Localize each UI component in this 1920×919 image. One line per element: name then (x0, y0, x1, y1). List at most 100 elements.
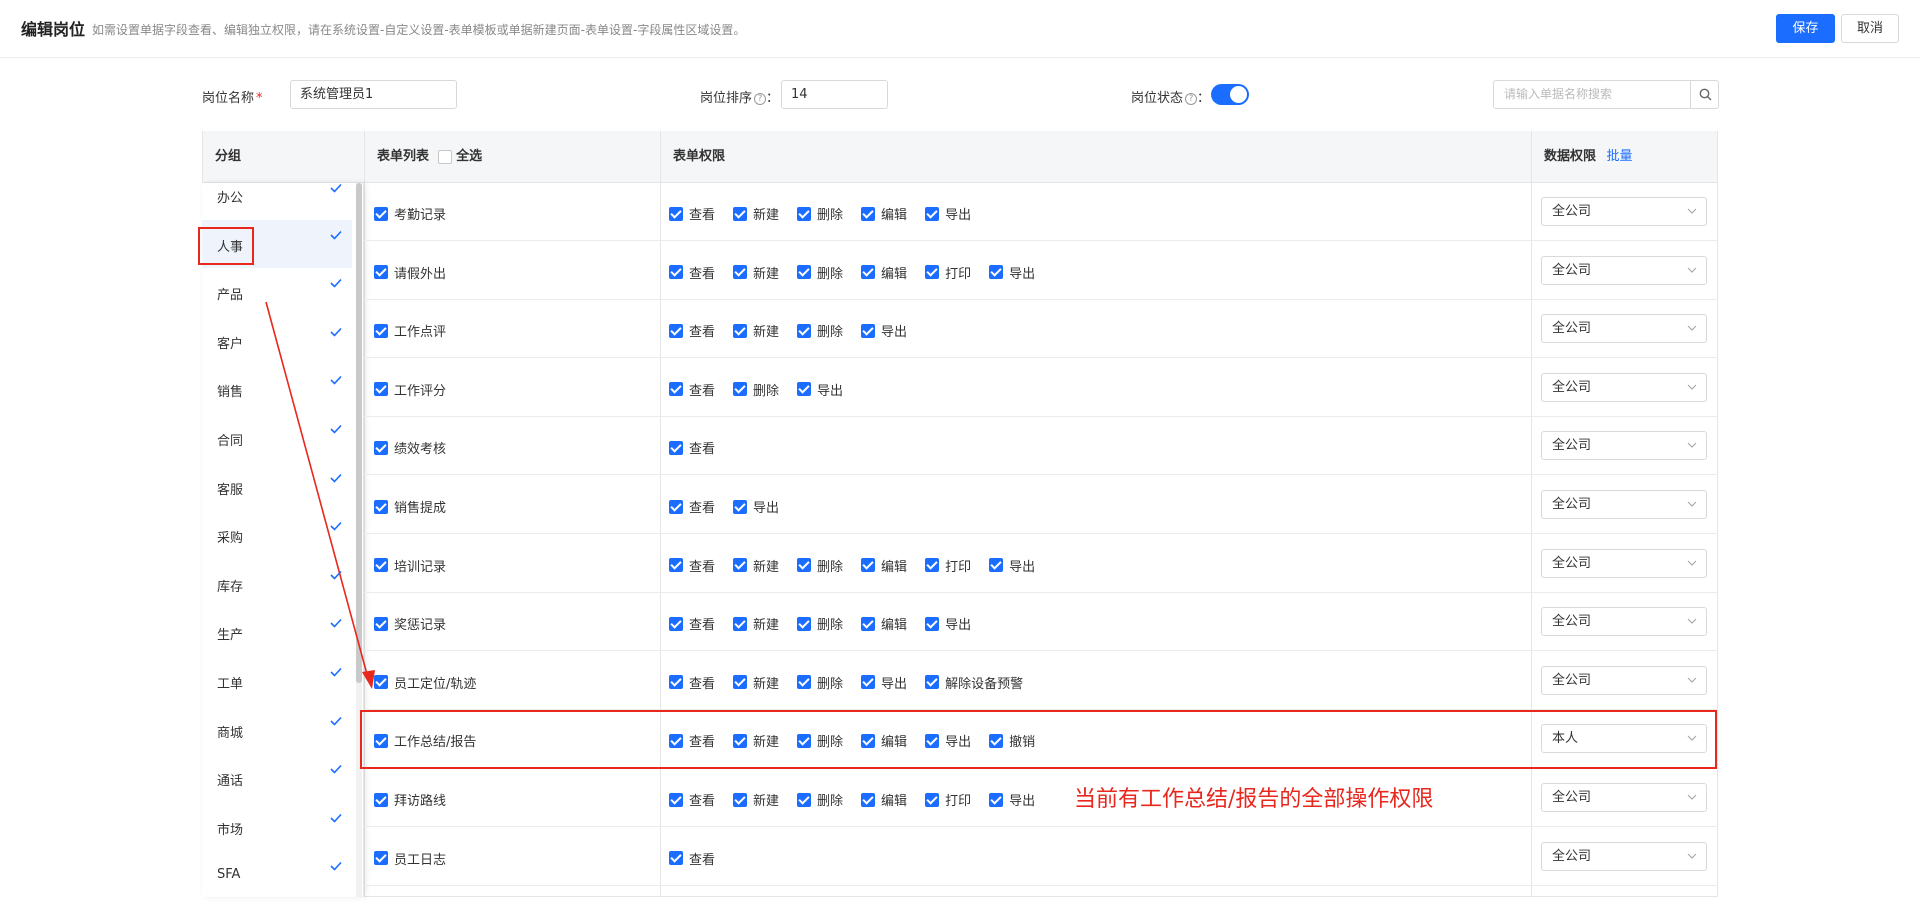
perm-option[interactable]: 新建 (733, 321, 779, 340)
form-checkbox[interactable] (374, 616, 388, 631)
data-scope-select[interactable]: 全公司 (1541, 197, 1707, 226)
perm-checkbox[interactable] (797, 382, 812, 397)
perm-checkbox[interactable] (861, 675, 876, 690)
perm-option[interactable]: 查看 (669, 204, 715, 223)
perm-option[interactable]: 导出 (733, 497, 779, 516)
perm-checkbox[interactable] (797, 792, 812, 807)
perm-option[interactable]: 解除设备预警 (925, 673, 1023, 692)
perm-option[interactable]: 查看 (669, 263, 715, 282)
form-search-input[interactable]: 请输入单据名称搜索 (1493, 80, 1691, 109)
group-item[interactable]: 工单 (202, 657, 352, 705)
perm-option[interactable]: 导出 (797, 380, 843, 399)
perm-option[interactable]: 导出 (989, 263, 1035, 282)
perm-checkbox[interactable] (925, 792, 940, 807)
form-checkbox[interactable] (374, 733, 388, 748)
perm-option[interactable]: 删除 (797, 263, 843, 282)
perm-checkbox[interactable] (797, 206, 812, 221)
perm-checkbox[interactable] (925, 675, 940, 690)
cancel-button[interactable]: 取消 (1841, 14, 1899, 43)
perm-option[interactable]: 查看 (669, 497, 715, 516)
perm-checkbox[interactable] (989, 558, 1004, 573)
form-checkbox[interactable] (374, 851, 388, 866)
perm-checkbox[interactable] (925, 616, 940, 631)
perm-option[interactable]: 导出 (989, 790, 1035, 809)
data-scope-select[interactable]: 全公司 (1541, 607, 1707, 637)
perm-checkbox[interactable] (925, 206, 940, 221)
perm-checkbox[interactable] (925, 558, 940, 573)
perm-checkbox[interactable] (733, 382, 748, 397)
perm-option[interactable]: 删除 (797, 614, 843, 633)
group-item[interactable]: 人事 (202, 219, 352, 268)
position-order-input[interactable]: 14 (781, 80, 888, 109)
perm-option[interactable]: 删除 (797, 204, 843, 223)
perm-checkbox[interactable] (669, 558, 683, 573)
perm-checkbox[interactable] (797, 558, 812, 573)
perm-option[interactable]: 查看 (669, 790, 715, 809)
perm-option[interactable]: 导出 (989, 556, 1035, 575)
form-checkbox[interactable] (374, 792, 388, 807)
perm-checkbox[interactable] (861, 265, 876, 280)
form-checkbox[interactable] (374, 382, 388, 397)
perm-checkbox[interactable] (925, 265, 940, 280)
perm-checkbox[interactable] (797, 323, 812, 338)
group-item[interactable]: 商城 (202, 706, 352, 754)
group-item[interactable]: 销售 (202, 365, 352, 413)
group-item[interactable]: 通话 (202, 754, 352, 802)
group-item[interactable]: 库存 (202, 560, 352, 608)
perm-option[interactable]: 删除 (733, 380, 779, 399)
form-checkbox[interactable] (374, 440, 388, 455)
data-scope-select[interactable]: 全公司 (1541, 665, 1707, 695)
scrollbar-thumb[interactable] (356, 183, 362, 683)
perm-option[interactable]: 查看 (669, 614, 715, 633)
perm-checkbox[interactable] (669, 675, 683, 690)
perm-checkbox[interactable] (861, 733, 876, 748)
perm-option[interactable]: 新建 (733, 204, 779, 223)
perm-option[interactable]: 查看 (669, 673, 715, 692)
perm-checkbox[interactable] (669, 733, 683, 748)
data-scope-select[interactable]: 全公司 (1541, 783, 1707, 812)
perm-option[interactable]: 编辑 (861, 731, 907, 750)
perm-option[interactable]: 删除 (797, 731, 843, 750)
perm-option[interactable]: 导出 (925, 204, 971, 223)
position-status-toggle[interactable] (1211, 84, 1249, 105)
form-checkbox[interactable] (374, 558, 388, 573)
perm-checkbox[interactable] (797, 616, 812, 631)
perm-checkbox[interactable] (861, 792, 876, 807)
perm-option[interactable]: 编辑 (861, 263, 907, 282)
perm-option[interactable]: 新建 (733, 673, 779, 692)
perm-checkbox[interactable] (861, 206, 876, 221)
save-button[interactable]: 保存 (1776, 14, 1835, 43)
form-checkbox[interactable] (374, 499, 388, 514)
group-item[interactable]: 合同 (202, 414, 352, 462)
perm-option[interactable]: 新建 (733, 614, 779, 633)
group-item[interactable]: 市场 (202, 803, 352, 851)
perm-option[interactable]: 删除 (797, 556, 843, 575)
group-item[interactable]: SFA (202, 851, 352, 897)
data-scope-select[interactable]: 全公司 (1541, 372, 1707, 402)
perm-option[interactable]: 编辑 (861, 204, 907, 223)
group-item[interactable]: 采购 (202, 511, 352, 559)
perm-checkbox[interactable] (669, 851, 683, 866)
data-scope-select[interactable]: 全公司 (1541, 431, 1707, 461)
perm-checkbox[interactable] (669, 616, 683, 631)
perm-option[interactable]: 查看 (669, 380, 715, 399)
perm-option[interactable]: 查看 (669, 321, 715, 340)
perm-option[interactable]: 删除 (797, 673, 843, 692)
perm-option[interactable]: 导出 (861, 673, 907, 692)
perm-option[interactable]: 编辑 (861, 614, 907, 633)
perm-checkbox[interactable] (733, 792, 748, 807)
perm-option[interactable]: 打印 (925, 790, 971, 809)
perm-option[interactable]: 查看 (669, 731, 715, 750)
perm-option[interactable]: 新建 (733, 731, 779, 750)
form-checkbox[interactable] (374, 675, 388, 690)
perm-checkbox[interactable] (861, 558, 876, 573)
perm-checkbox[interactable] (733, 206, 748, 221)
data-scope-select[interactable]: 全公司 (1541, 841, 1707, 871)
group-scrollbar[interactable] (356, 183, 362, 897)
perm-option[interactable]: 删除 (797, 790, 843, 809)
perm-checkbox[interactable] (861, 323, 876, 338)
perm-option[interactable]: 查看 (669, 438, 715, 457)
group-item[interactable]: 客户 (202, 317, 352, 365)
perm-checkbox[interactable] (669, 265, 683, 280)
data-scope-select[interactable]: 全公司 (1541, 314, 1707, 344)
